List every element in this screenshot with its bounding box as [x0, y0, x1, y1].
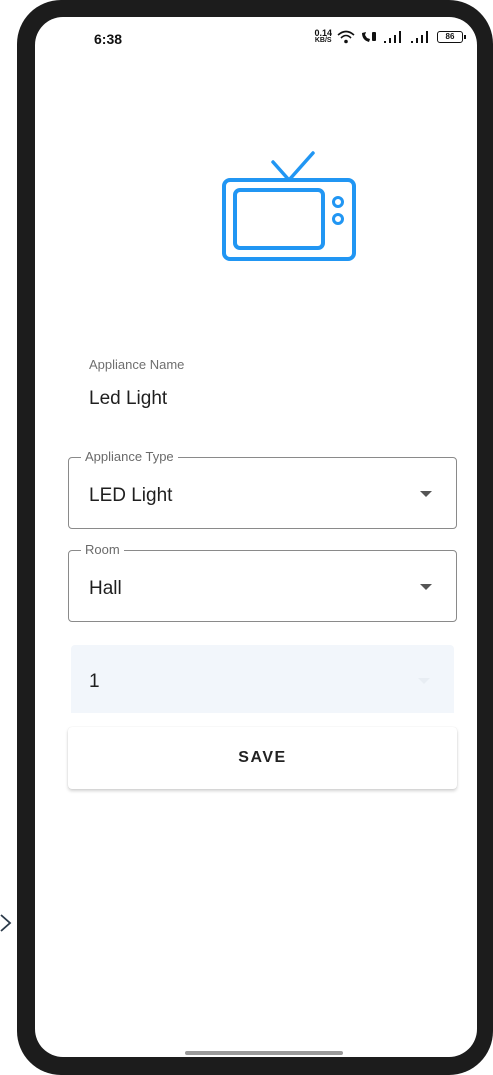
status-icons: 0.14 KB/S 86 [314, 28, 466, 45]
signal-sim1-icon [384, 31, 401, 43]
switch-value: 1 [89, 671, 100, 692]
battery-icon: 86 [437, 31, 466, 43]
network-speed: 0.14 KB/S [314, 28, 332, 45]
dropdown-arrow-icon[interactable] [420, 584, 432, 590]
appliance-type-select[interactable]: Appliance Type LED Light [68, 449, 457, 529]
signal-sim2-icon [411, 31, 428, 43]
home-indicator[interactable] [185, 1051, 343, 1055]
app-screen: 6:38 0.14 KB/S 86 Appliance Name Led Lig… [35, 17, 477, 1057]
tv-icon [222, 151, 356, 261]
chevron-right-icon [0, 914, 12, 932]
volte-call-icon [362, 32, 376, 42]
appliance-name-label: Appliance Name [89, 357, 185, 372]
status-bar: 6:38 0.14 KB/S 86 [35, 17, 477, 61]
room-label: Room [81, 542, 124, 557]
appliance-name-field[interactable]: Appliance Name Led Light [89, 357, 409, 410]
appliance-type-value: LED Light [89, 485, 173, 506]
switch-select[interactable]: 1 [71, 645, 454, 713]
room-value: Hall [89, 578, 122, 599]
network-speed-value: 0.14 [314, 28, 332, 38]
status-time: 6:38 [94, 31, 123, 47]
network-speed-unit: KB/S [314, 37, 332, 44]
battery-level: 86 [445, 32, 455, 41]
appliance-name-value[interactable]: Led Light [89, 388, 409, 410]
room-select[interactable]: Room Hall [68, 542, 457, 622]
wifi-icon [337, 30, 355, 44]
save-button[interactable]: SAVE [68, 727, 457, 789]
appliance-type-label: Appliance Type [81, 449, 178, 464]
dropdown-arrow-icon[interactable] [418, 678, 430, 684]
dropdown-arrow-icon[interactable] [420, 491, 432, 497]
